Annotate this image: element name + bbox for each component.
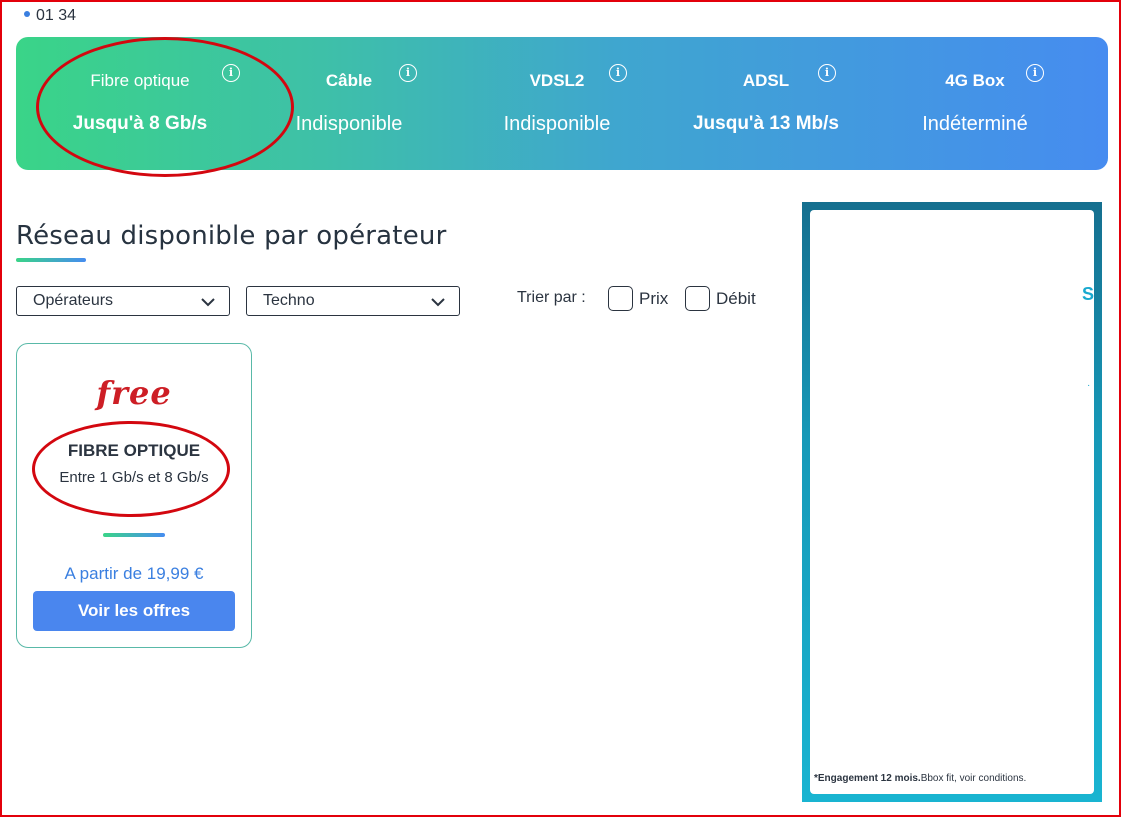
ad-partial-text: S (1082, 284, 1095, 304)
tech-status: Jusqu'à 8 Gb/s (72, 113, 208, 134)
info-icon[interactable]: i (609, 64, 627, 82)
ad-content: S · *Engagement 12 mois.Bbox fit, voir c… (810, 210, 1094, 794)
techno-select[interactable]: Techno (246, 286, 460, 316)
info-icon[interactable]: i (1026, 64, 1044, 82)
section-title: Réseau disponible par opérateur (16, 221, 447, 251)
tech-name: Câble (325, 71, 373, 90)
chevron-down-icon (201, 298, 215, 307)
tech-fibre: Fibre optique i Jusqu'à 8 Gb/s (31, 37, 249, 170)
offer-speed-range: Entre 1 Gb/s et 8 Gb/s (59, 469, 209, 486)
ad-disclaimer-text: Bbox fit, voir conditions. (920, 773, 1027, 784)
tech-name: Fibre optique (90, 71, 190, 90)
sort-price-label[interactable]: Prix (639, 289, 668, 309)
tech-name: VDSL2 (529, 71, 585, 90)
offer-technology: FIBRE OPTIQUE (67, 441, 201, 460)
technology-availability-banner: Fibre optique i Jusqu'à 8 Gb/s Câble i I… (16, 37, 1108, 170)
sort-label: Trier par : (517, 289, 586, 306)
sort-price-checkbox[interactable] (608, 286, 633, 311)
sort-speed-label[interactable]: Débit (716, 289, 756, 309)
ad-partial-text: · (1087, 380, 1091, 391)
bullet-icon (24, 10, 30, 17)
tech-cable: Câble i Indisponible (240, 37, 458, 170)
info-icon[interactable]: i (399, 64, 417, 82)
free-logo: free (96, 374, 172, 412)
tech-status: Indéterminé (922, 113, 1028, 135)
select-value: Opérateurs (33, 292, 114, 309)
tech-name: ADSL (742, 71, 790, 90)
offer-card: free FIBRE OPTIQUE Entre 1 Gb/s et 8 Gb/… (16, 343, 252, 648)
tech-status: Indisponible (295, 113, 403, 135)
select-value: Techno (263, 292, 315, 309)
info-icon[interactable]: i (222, 64, 240, 82)
sort-speed-checkbox[interactable] (685, 286, 710, 311)
card-divider (103, 533, 165, 537)
operators-select[interactable]: Opérateurs (16, 286, 230, 316)
tech-adsl: ADSL i Jusqu'à 13 Mb/s (657, 37, 875, 170)
title-underline (16, 258, 86, 262)
ad-disclaimer-bold: *Engagement 12 mois. (814, 773, 921, 784)
info-icon[interactable]: i (818, 64, 836, 82)
ad-banner[interactable]: S · *Engagement 12 mois.Bbox fit, voir c… (802, 202, 1102, 802)
see-offers-button[interactable]: Voir les offres (33, 591, 235, 631)
offer-price: A partir de 19,99 € (64, 564, 204, 583)
ad-disclaimer: *Engagement 12 mois.Bbox fit, voir condi… (814, 773, 1026, 784)
tech-status: Jusqu'à 13 Mb/s (692, 113, 839, 134)
tech-vdsl2: VDSL2 i Indisponible (448, 37, 666, 170)
tech-name: 4G Box (945, 71, 1005, 90)
tech-4g-box: 4G Box i Indéterminé (866, 37, 1084, 170)
tech-status: Indisponible (503, 113, 611, 135)
chevron-down-icon (431, 298, 445, 307)
phone-number: 01 34 (36, 7, 77, 24)
header-phone[interactable]: 01 34 (24, 7, 80, 25)
